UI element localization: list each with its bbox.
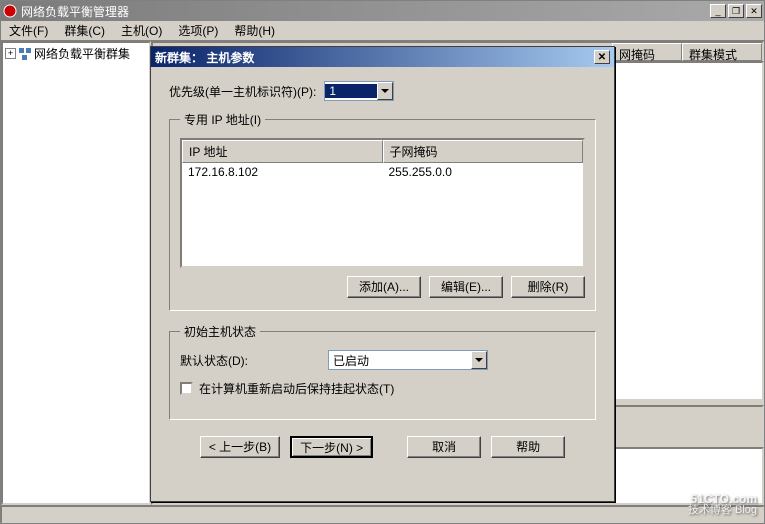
menu-host[interactable]: 主机(O) [113, 20, 170, 41]
status-bar [1, 505, 764, 523]
title-bar: 网络负载平衡管理器 _ ❐ ✕ [1, 1, 764, 21]
status-cell [1, 506, 764, 523]
chevron-down-icon[interactable] [471, 351, 487, 369]
window-controls: _ ❐ ✕ [710, 4, 762, 18]
tree-root-label: 网络负载平衡群集 [34, 45, 130, 62]
retain-row: 在计算机重新启动后保持挂起状态(T) [180, 380, 585, 397]
menu-help[interactable]: 帮助(H) [226, 20, 283, 41]
menu-file[interactable]: 文件(F) [1, 20, 56, 41]
host-params-dialog: 新群集： 主机参数 ✕ 优先级(单一主机标识符)(P): 1 专用 IP 地址(… [150, 46, 615, 502]
ip-cell-address: 172.16.8.102 [182, 165, 383, 179]
priority-row: 优先级(单一主机标识符)(P): 1 [169, 81, 596, 101]
state-group-legend: 初始主机状态 [180, 323, 260, 340]
dialog-title: 新群集： 主机参数 [155, 49, 594, 66]
back-button[interactable]: < 上一步(B) [200, 436, 280, 458]
tree-expand-icon[interactable]: + [5, 48, 16, 59]
app-icon [3, 4, 17, 18]
dialog-close-button[interactable]: ✕ [594, 50, 610, 64]
tree-root-node[interactable]: + 网络负载平衡群集 [5, 45, 147, 62]
state-row: 默认状态(D): 已启动 [180, 350, 585, 370]
ip-buttons: 添加(A)... 编辑(E)... 删除(R) [180, 276, 585, 298]
add-button[interactable]: 添加(A)... [347, 276, 421, 298]
ip-col-subnet[interactable]: 子网掩码 [383, 140, 584, 163]
tree-panel[interactable]: + 网络负载平衡群集 [1, 41, 151, 505]
priority-dropdown[interactable]: 1 [324, 81, 394, 101]
col-subnet[interactable]: 网掩码 [612, 43, 682, 61]
priority-label: 优先级(单一主机标识符)(P): [169, 83, 316, 100]
retain-label: 在计算机重新启动后保持挂起状态(T) [199, 380, 394, 397]
menu-cluster[interactable]: 群集(C) [56, 20, 113, 41]
cancel-button[interactable]: 取消 [407, 436, 481, 458]
help-button[interactable]: 帮助 [491, 436, 565, 458]
window-title: 网络负载平衡管理器 [21, 3, 710, 20]
initial-state-group: 初始主机状态 默认状态(D): 已启动 在计算机重新启动后保持挂起状态(T) [169, 323, 596, 420]
ip-col-address[interactable]: IP 地址 [182, 140, 383, 163]
restore-button[interactable]: ❐ [728, 4, 744, 18]
wizard-buttons: < 上一步(B) 下一步(N) > 取消 帮助 [169, 436, 596, 458]
col-mode[interactable]: 群集模式 [682, 43, 762, 61]
minimize-button[interactable]: _ [710, 4, 726, 18]
ip-cell-subnet: 255.255.0.0 [383, 165, 584, 179]
edit-button[interactable]: 编辑(E)... [429, 276, 503, 298]
state-dropdown[interactable]: 已启动 [328, 350, 488, 370]
ip-table[interactable]: IP 地址 子网掩码 172.16.8.102 255.255.0.0 [180, 138, 585, 268]
menu-bar: 文件(F) 群集(C) 主机(O) 选项(P) 帮助(H) [1, 21, 764, 41]
dialog-title-bar[interactable]: 新群集： 主机参数 ✕ [151, 47, 614, 67]
remove-button[interactable]: 删除(R) [511, 276, 585, 298]
ip-group-legend: 专用 IP 地址(I) [180, 111, 265, 128]
close-button[interactable]: ✕ [746, 4, 762, 18]
dialog-body: 优先级(单一主机标识符)(P): 1 专用 IP 地址(I) IP 地址 子网掩… [151, 67, 614, 472]
ip-table-header: IP 地址 子网掩码 [182, 140, 583, 163]
ip-address-group: 专用 IP 地址(I) IP 地址 子网掩码 172.16.8.102 255.… [169, 111, 596, 311]
state-label: 默认状态(D): [180, 352, 320, 369]
chevron-down-icon[interactable] [377, 82, 393, 100]
ip-table-row[interactable]: 172.16.8.102 255.255.0.0 [182, 163, 583, 181]
state-value: 已启动 [329, 352, 471, 369]
menu-options[interactable]: 选项(P) [170, 20, 226, 41]
next-button[interactable]: 下一步(N) > [290, 436, 373, 458]
priority-value: 1 [325, 84, 377, 98]
cluster-icon [18, 47, 32, 61]
retain-checkbox[interactable] [180, 382, 193, 395]
